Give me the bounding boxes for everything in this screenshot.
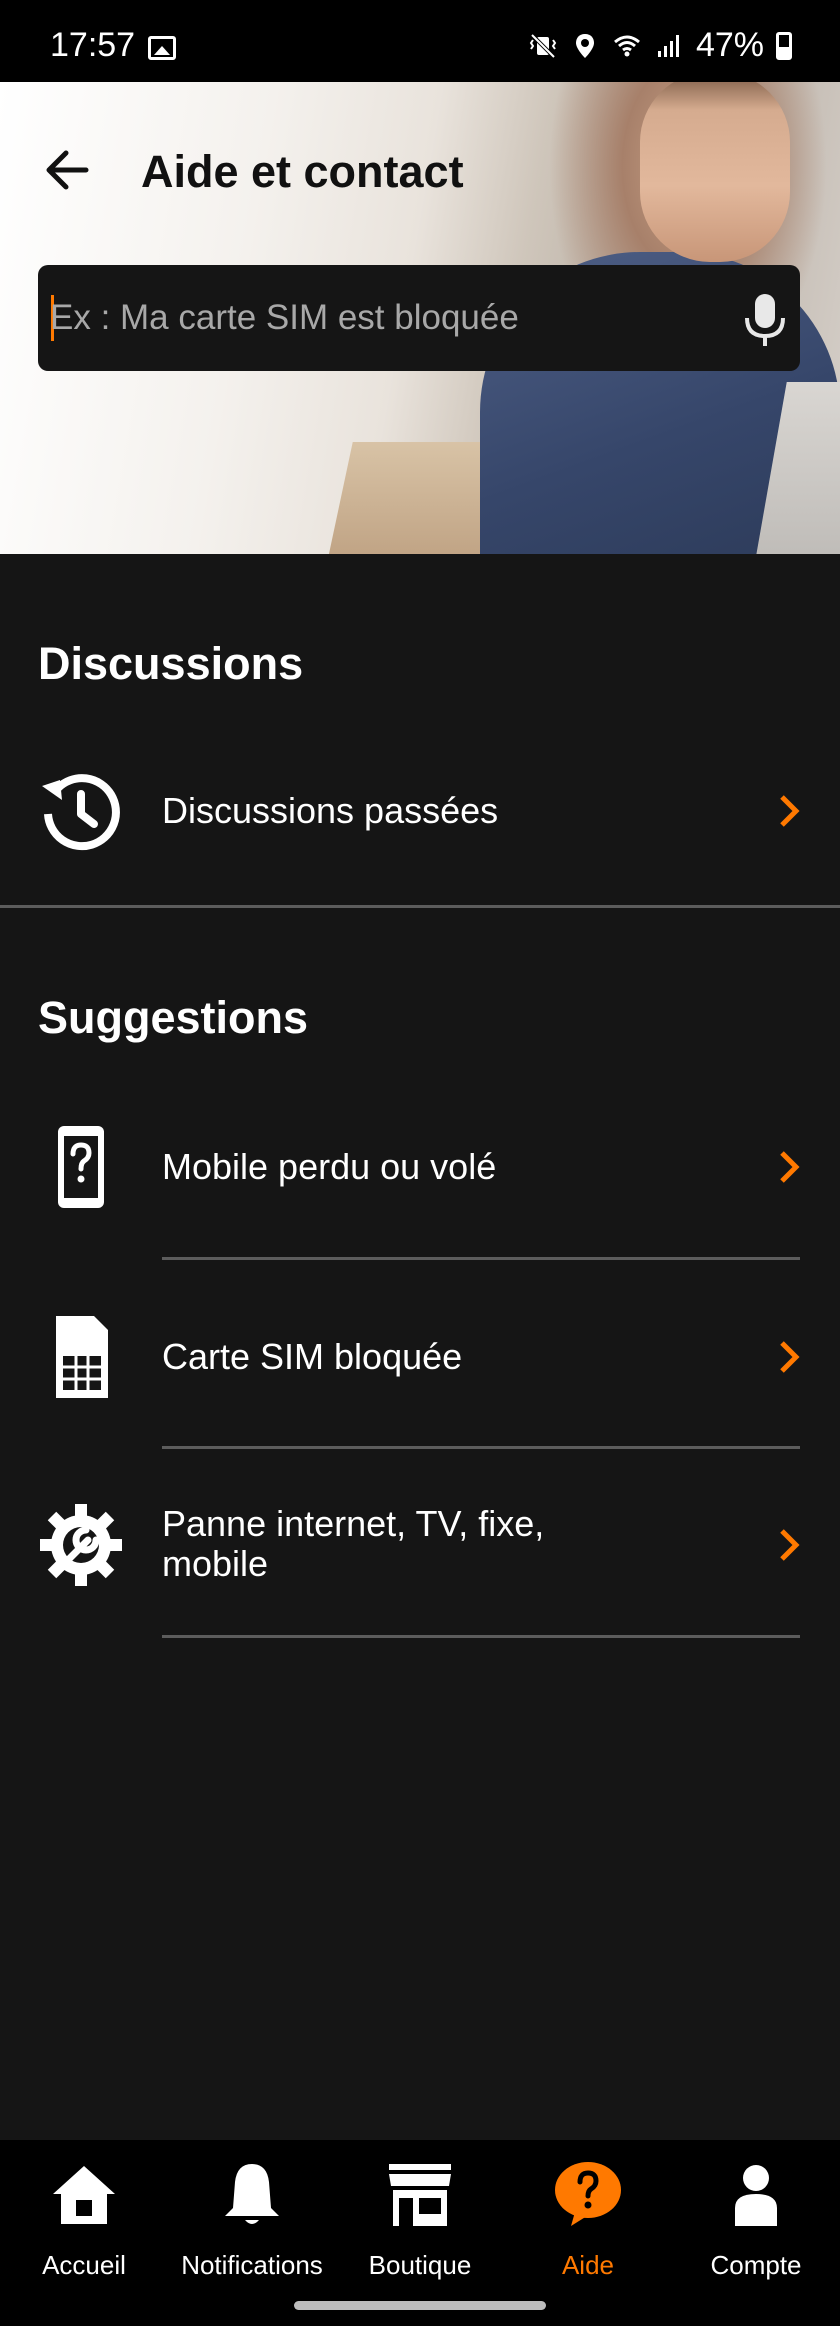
section-divider [0,905,840,908]
list-divider [162,1257,800,1260]
gear-wrench-icon [40,1504,122,1586]
suggestions-heading: Suggestions [38,992,309,1043]
status-icons: 47% [528,26,792,65]
status-bar: 17:57 47% [0,0,840,82]
signal-icon [657,34,679,57]
page-title: Aide et contact [141,146,464,197]
list-item-label-line2: mobile [162,1543,269,1584]
chevron-right-icon [780,1151,800,1183]
nav-item-boutique[interactable]: Boutique [336,2140,504,2290]
shop-icon [389,2164,451,2226]
phone-question-icon [58,1126,104,1208]
list-item-lost-phone[interactable]: Mobile perdu ou volé [0,1092,840,1242]
list-item-label: Panne internet, TV, fixe, mobile [162,1504,544,1584]
nav-item-accueil[interactable]: Accueil [0,2140,168,2290]
chevron-right-icon [780,1341,800,1373]
wifi-icon [613,35,640,56]
list-item-past-discussions[interactable]: Discussions passées [0,736,840,886]
bottom-navigation: Accueil Notifications Boutique Aide Comp… [0,2140,840,2326]
list-item-sim-blocked[interactable]: Carte SIM bloquée [0,1282,840,1432]
discussions-heading: Discussions [38,638,304,689]
microphone-icon[interactable] [738,290,792,350]
back-arrow-icon[interactable] [38,140,98,200]
gesture-home-bar[interactable] [294,2301,546,2310]
search-bar[interactable] [38,265,800,371]
nav-label: Notifications [181,2250,323,2280]
nav-item-compte[interactable]: Compte [672,2140,840,2290]
nav-label: Boutique [368,2250,472,2280]
battery-icon [776,31,792,60]
nav-item-notifications[interactable]: Notifications [168,2140,336,2290]
sim-card-icon [56,1316,108,1398]
gallery-notification-icon [148,36,176,60]
chevron-right-icon [780,795,800,827]
list-divider [162,1635,800,1638]
help-icon [555,2162,621,2226]
user-icon [735,2165,777,2226]
history-icon [42,774,120,851]
list-item-outage[interactable]: Panne internet, TV, fixe, mobile [0,1470,840,1620]
chevron-right-icon [780,1529,800,1561]
nav-item-aide[interactable]: Aide [504,2140,672,2290]
location-icon [575,33,594,58]
list-item-label: Discussions passées [162,790,499,831]
battery-percent: 47% [695,26,764,64]
status-time: 17:57 [50,26,136,64]
nav-label: Compte [710,2250,802,2280]
list-item-label-line1: Panne internet, TV, fixe, [162,1503,545,1544]
list-divider [162,1446,800,1449]
nav-label: Accueil [42,2250,126,2280]
vibrate-mute-icon [529,33,557,58]
list-item-label: Mobile perdu ou volé [162,1146,497,1187]
nav-label: Aide [561,2250,615,2280]
bell-icon [225,2164,279,2224]
search-input[interactable] [50,265,730,371]
home-icon [53,2166,115,2224]
list-item-label: Carte SIM bloquée [162,1336,463,1377]
